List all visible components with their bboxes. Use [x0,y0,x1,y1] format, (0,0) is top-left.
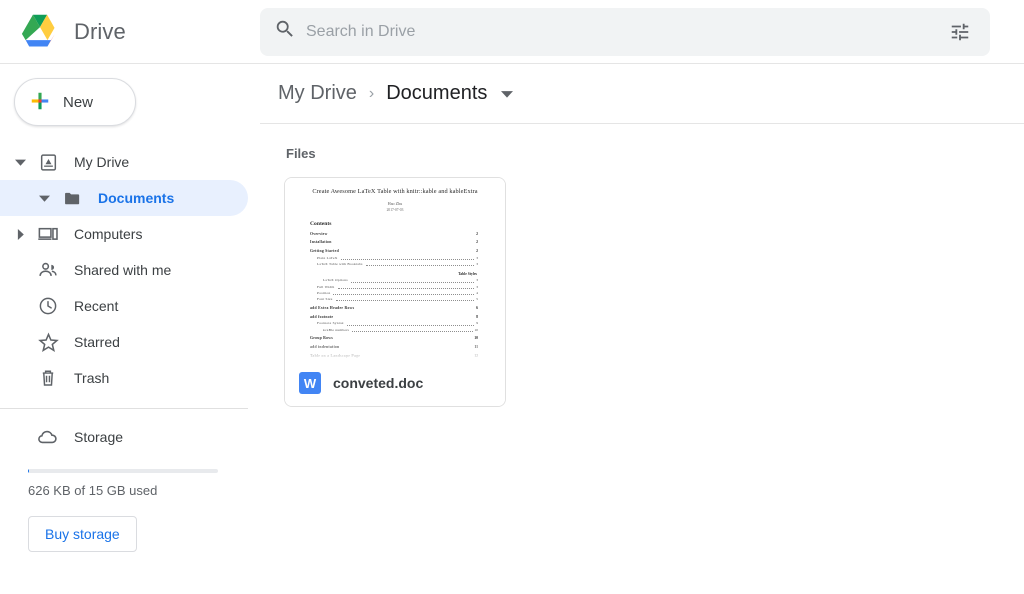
tune-filter-icon[interactable] [940,12,980,52]
sidebar-item-label: Recent [74,298,118,314]
chevron-down-icon[interactable] [8,144,32,180]
breadcrumb-root[interactable]: My Drive [272,78,363,109]
search-icon [274,18,296,45]
sidebar-item-documents[interactable]: Documents [0,180,248,216]
sidebar-item-label: Trash [74,370,109,386]
star-outline-icon [32,331,64,354]
sidebar-item-label: Documents [98,190,174,206]
new-button[interactable]: New [14,78,136,126]
toc-entry: Installation2 [310,239,478,245]
storage-progress-bar [28,469,218,473]
app-header: Drive [0,0,1024,64]
toc-entry: Font Size5 [310,296,478,302]
sidebar-item-my-drive[interactable]: My Drive [0,144,260,180]
doc-contents-heading: Contents [310,221,486,227]
sidebar-item-storage[interactable]: Storage [0,419,260,455]
sidebar: New My Drive [0,64,260,594]
folder-icon [56,188,88,209]
chevron-right-icon[interactable] [8,216,32,252]
search-input[interactable] [306,23,930,41]
word-doc-icon: W [299,372,321,394]
plus-multicolor-icon [29,90,51,115]
sidebar-item-label: Computers [74,226,142,242]
breadcrumb: My Drive › Documents [260,64,1024,124]
thumbnail-document-preview: Create Awesome LaTeX Table with knitr::k… [302,178,488,360]
search-area [260,8,1024,56]
sidebar-item-computers[interactable]: Computers [0,216,260,252]
sidebar-item-label: Shared with me [74,262,171,278]
file-thumbnail: Create Awesome LaTeX Table with knitr::k… [285,178,505,360]
file-grid: Create Awesome LaTeX Table with knitr::k… [284,177,1024,407]
body-row: New My Drive [0,64,1024,594]
sidebar-item-recent[interactable]: Recent [0,288,260,324]
brand-area[interactable]: Drive [0,12,260,52]
doc-subheading: Table Styles [310,272,477,276]
clock-icon [32,295,64,317]
my-drive-icon [32,152,64,173]
toc-entry: LaTeX Table with Booktabs3 [310,261,478,267]
files-area: Files Create Awesome LaTeX Table with kn… [260,124,1024,594]
brand-title: Drive [74,19,126,45]
thumbnail-fade-overlay [285,342,505,360]
storage-progress-fill [28,469,29,473]
toc-entry: kcaBle numbers10 [310,327,478,333]
doc-toc: Overview2 Installation2 Getting Started2… [310,231,478,360]
sidebar-nav: My Drive Documents [0,144,260,396]
chevron-down-icon[interactable] [501,88,513,100]
sidebar-item-shared-with-me[interactable]: Shared with me [0,252,260,288]
file-name: conveted.doc [333,375,423,391]
sidebar-divider [0,408,248,409]
trash-icon [32,367,64,389]
sidebar-item-trash[interactable]: Trash [0,360,260,396]
sidebar-item-label: Storage [74,429,123,445]
chevron-down-icon[interactable] [32,180,56,216]
cloud-icon [32,425,64,449]
toc-entry: add Extra Header Rows6 [310,305,478,311]
drive-app: Drive [0,0,1024,594]
breadcrumb-current[interactable]: Documents [380,78,493,109]
computers-icon [32,223,64,245]
file-card[interactable]: Create Awesome LaTeX Table with knitr::k… [284,177,506,407]
new-button-label: New [63,94,93,111]
sidebar-item-label: My Drive [74,154,129,170]
search-box[interactable] [260,8,990,56]
sidebar-item-starred[interactable]: Starred [0,324,260,360]
doc-author: Hao Zhu [304,201,486,206]
storage-section: Storage 626 KB of 15 GB used Buy storage [0,419,260,552]
doc-date: 2017-07-03 [304,208,486,212]
doc-title: Create Awesome LaTeX Table with knitr::k… [304,188,486,197]
toc-entry: Overview2 [310,231,478,237]
breadcrumb-separator: › [369,85,374,103]
buy-storage-button[interactable]: Buy storage [28,516,137,552]
storage-usage-text: 626 KB of 15 GB used [28,483,260,498]
file-card-footer: W conveted.doc [285,360,505,406]
main-content: My Drive › Documents Files Create Awesom… [260,64,1024,594]
drive-logo-icon [18,12,62,52]
toc-entry: Group Rows10 [310,335,478,341]
sidebar-item-label: Starred [74,334,120,350]
people-icon [32,259,64,281]
section-label-files: Files [286,146,1024,161]
